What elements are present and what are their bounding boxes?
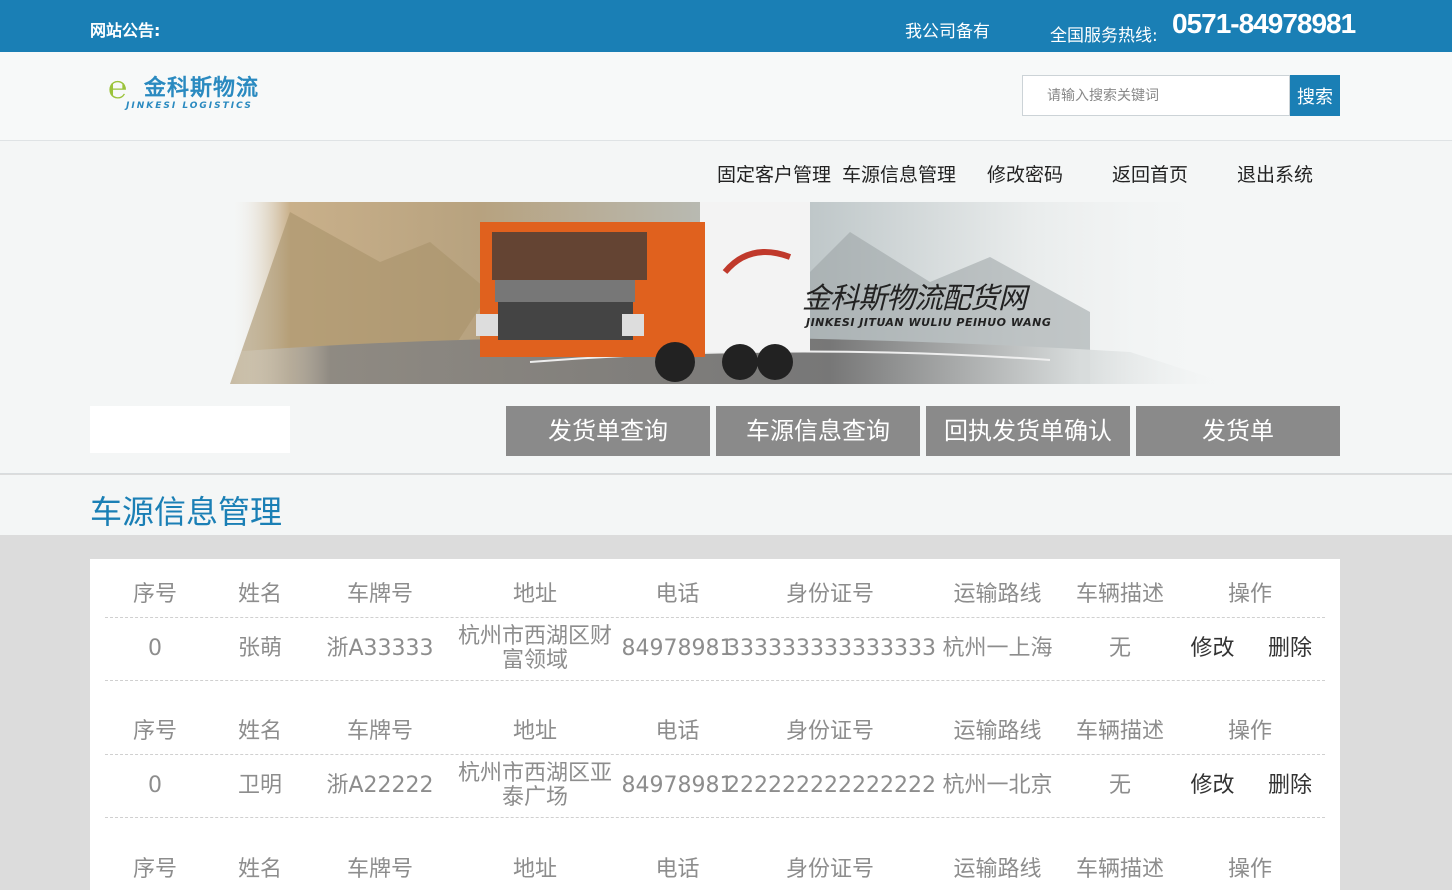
header-cell: 运输路线: [953, 719, 1042, 744]
header-cell: 序号: [132, 719, 177, 744]
logo-text-cn: 金科斯物流: [144, 76, 260, 101]
header-cell: 姓名: [237, 582, 282, 607]
table-row: 0 张萌 浙A33333 杭州市西湖区财富领域 84978981 3333333…: [105, 618, 1325, 681]
search-button[interactable]: 搜索: [1290, 75, 1340, 116]
row-name: 张萌: [237, 636, 282, 661]
main-nav: 固定客户管理 车源信息管理 修改密码 返回首页 退出系统: [0, 141, 1452, 202]
hotline-label: 全国服务热线:: [1050, 26, 1158, 46]
nav-item-vehicle-management[interactable]: 车源信息管理: [842, 160, 956, 187]
row-description: 无: [1108, 773, 1131, 798]
table-header-row: 序号 姓名 车牌号 地址 电话 身份证号 运输路线 车辆描述 操作: [105, 710, 1325, 755]
search-input[interactable]: [1022, 75, 1290, 116]
hero-banner: 金科斯物流配货网 JINKESI JITUAN WULIU PEIHUO WAN…: [0, 202, 1452, 384]
header-cell: 电话: [655, 719, 700, 744]
blank-panel: [90, 406, 290, 453]
tab-vehicle-query[interactable]: 车源信息查询: [716, 406, 920, 456]
row-plate: 浙A22222: [326, 773, 434, 798]
banner-subtitle: JINKESI JITUAN WULIU PEIHUO WANG: [806, 316, 1052, 329]
header-cell: 地址: [512, 719, 557, 744]
row-description: 无: [1108, 636, 1131, 661]
row-name: 卫明: [237, 773, 282, 798]
tab-shipment-query[interactable]: 发货单查询: [506, 406, 710, 456]
row-id-card: 333333333333333: [726, 636, 936, 661]
edit-link[interactable]: 修改: [1175, 618, 1250, 680]
hotline-number: 0571-84978981: [1172, 8, 1356, 39]
row-address: 杭州市西湖区亚泰广场: [457, 761, 612, 810]
header-cell: 操作: [1227, 719, 1272, 744]
logo-text-en: JINKESI LOGISTICS: [126, 101, 253, 111]
banner-title: 金科斯物流配货网: [802, 281, 1027, 315]
header-cell: 身份证号: [785, 582, 874, 607]
tab-receipt-confirm[interactable]: 回执发货单确认: [926, 406, 1130, 456]
header-cell: 身份证号: [785, 856, 874, 882]
row-route: 杭州一北京: [942, 773, 1053, 798]
table-header-row: 序号 姓名 车牌号 地址 电话 身份证号 运输路线 车辆描述 操作: [105, 573, 1325, 618]
header-cell: 操作: [1227, 856, 1272, 882]
company-record-text: 我公司备有: [905, 22, 990, 42]
notice-label: 网站公告:: [90, 21, 161, 40]
header-cell: 运输路线: [953, 856, 1042, 882]
header-cell: 电话: [655, 856, 700, 882]
header-cell: 姓名: [237, 856, 282, 882]
nav-item-logout[interactable]: 退出系统: [1237, 160, 1313, 187]
row-route: 杭州一上海: [942, 636, 1053, 661]
section-header: 车源信息管理: [0, 475, 1452, 535]
tab-shipment[interactable]: 发货单: [1136, 406, 1340, 456]
truck-banner-image: [230, 202, 1230, 384]
nav-item-change-password[interactable]: 修改密码: [987, 160, 1063, 187]
site-logo[interactable]: ℮ 金科斯物流 JINKESI LOGISTICS: [108, 68, 278, 118]
vehicle-info-table: 序号 姓名 车牌号 地址 电话 身份证号 运输路线 车辆描述 操作 0 张萌 浙…: [90, 559, 1340, 890]
function-tabs: 发货单查询 车源信息查询 回执发货单确认 发货单: [0, 384, 1452, 474]
row-plate: 浙A33333: [326, 636, 434, 661]
top-announcement-bar: 网站公告: 我公司备有 全国服务热线: 0571-84978981: [0, 0, 1452, 52]
logo-leaf-icon: ℮: [108, 68, 128, 106]
delete-link[interactable]: 删除: [1250, 755, 1330, 817]
table-row: 0 卫明 浙A22222 杭州市西湖区亚泰广场 84978981 2222222…: [105, 755, 1325, 818]
edit-link[interactable]: 修改: [1175, 755, 1250, 817]
header-cell: 车牌号: [346, 719, 413, 744]
row-address: 杭州市西湖区财富领域: [457, 624, 612, 673]
nav-item-home[interactable]: 返回首页: [1112, 160, 1188, 187]
row-id-card: 222222222222222: [726, 773, 936, 798]
header-cell: 序号: [132, 856, 177, 882]
header-cell: 身份证号: [785, 719, 874, 744]
header-cell: 电话: [655, 582, 700, 607]
header-cell: 车辆描述: [1075, 582, 1164, 607]
row-phone: 84978981: [621, 773, 734, 798]
header-cell: 序号: [132, 582, 177, 607]
header-cell: 姓名: [237, 719, 282, 744]
header-cell: 运输路线: [953, 582, 1042, 607]
header-cell: 车牌号: [346, 856, 413, 882]
row-id: 0: [148, 636, 162, 661]
row-phone: 84978981: [621, 636, 734, 661]
header-cell: 地址: [512, 856, 557, 882]
header-cell: 地址: [512, 582, 557, 607]
row-id: 0: [148, 773, 162, 798]
site-header: ℮ 金科斯物流 JINKESI LOGISTICS 搜索: [0, 52, 1452, 141]
delete-link[interactable]: 删除: [1250, 618, 1330, 680]
table-header-row: 序号 姓名 车牌号 地址 电话 身份证号 运输路线 车辆描述 操作: [105, 847, 1325, 890]
nav-item-customer-management[interactable]: 固定客户管理: [717, 160, 831, 187]
header-cell: 车辆描述: [1075, 856, 1164, 882]
header-cell: 车牌号: [346, 582, 413, 607]
header-cell: 车辆描述: [1075, 719, 1164, 744]
page-title: 车源信息管理: [90, 493, 283, 531]
header-cell: 操作: [1227, 582, 1272, 607]
